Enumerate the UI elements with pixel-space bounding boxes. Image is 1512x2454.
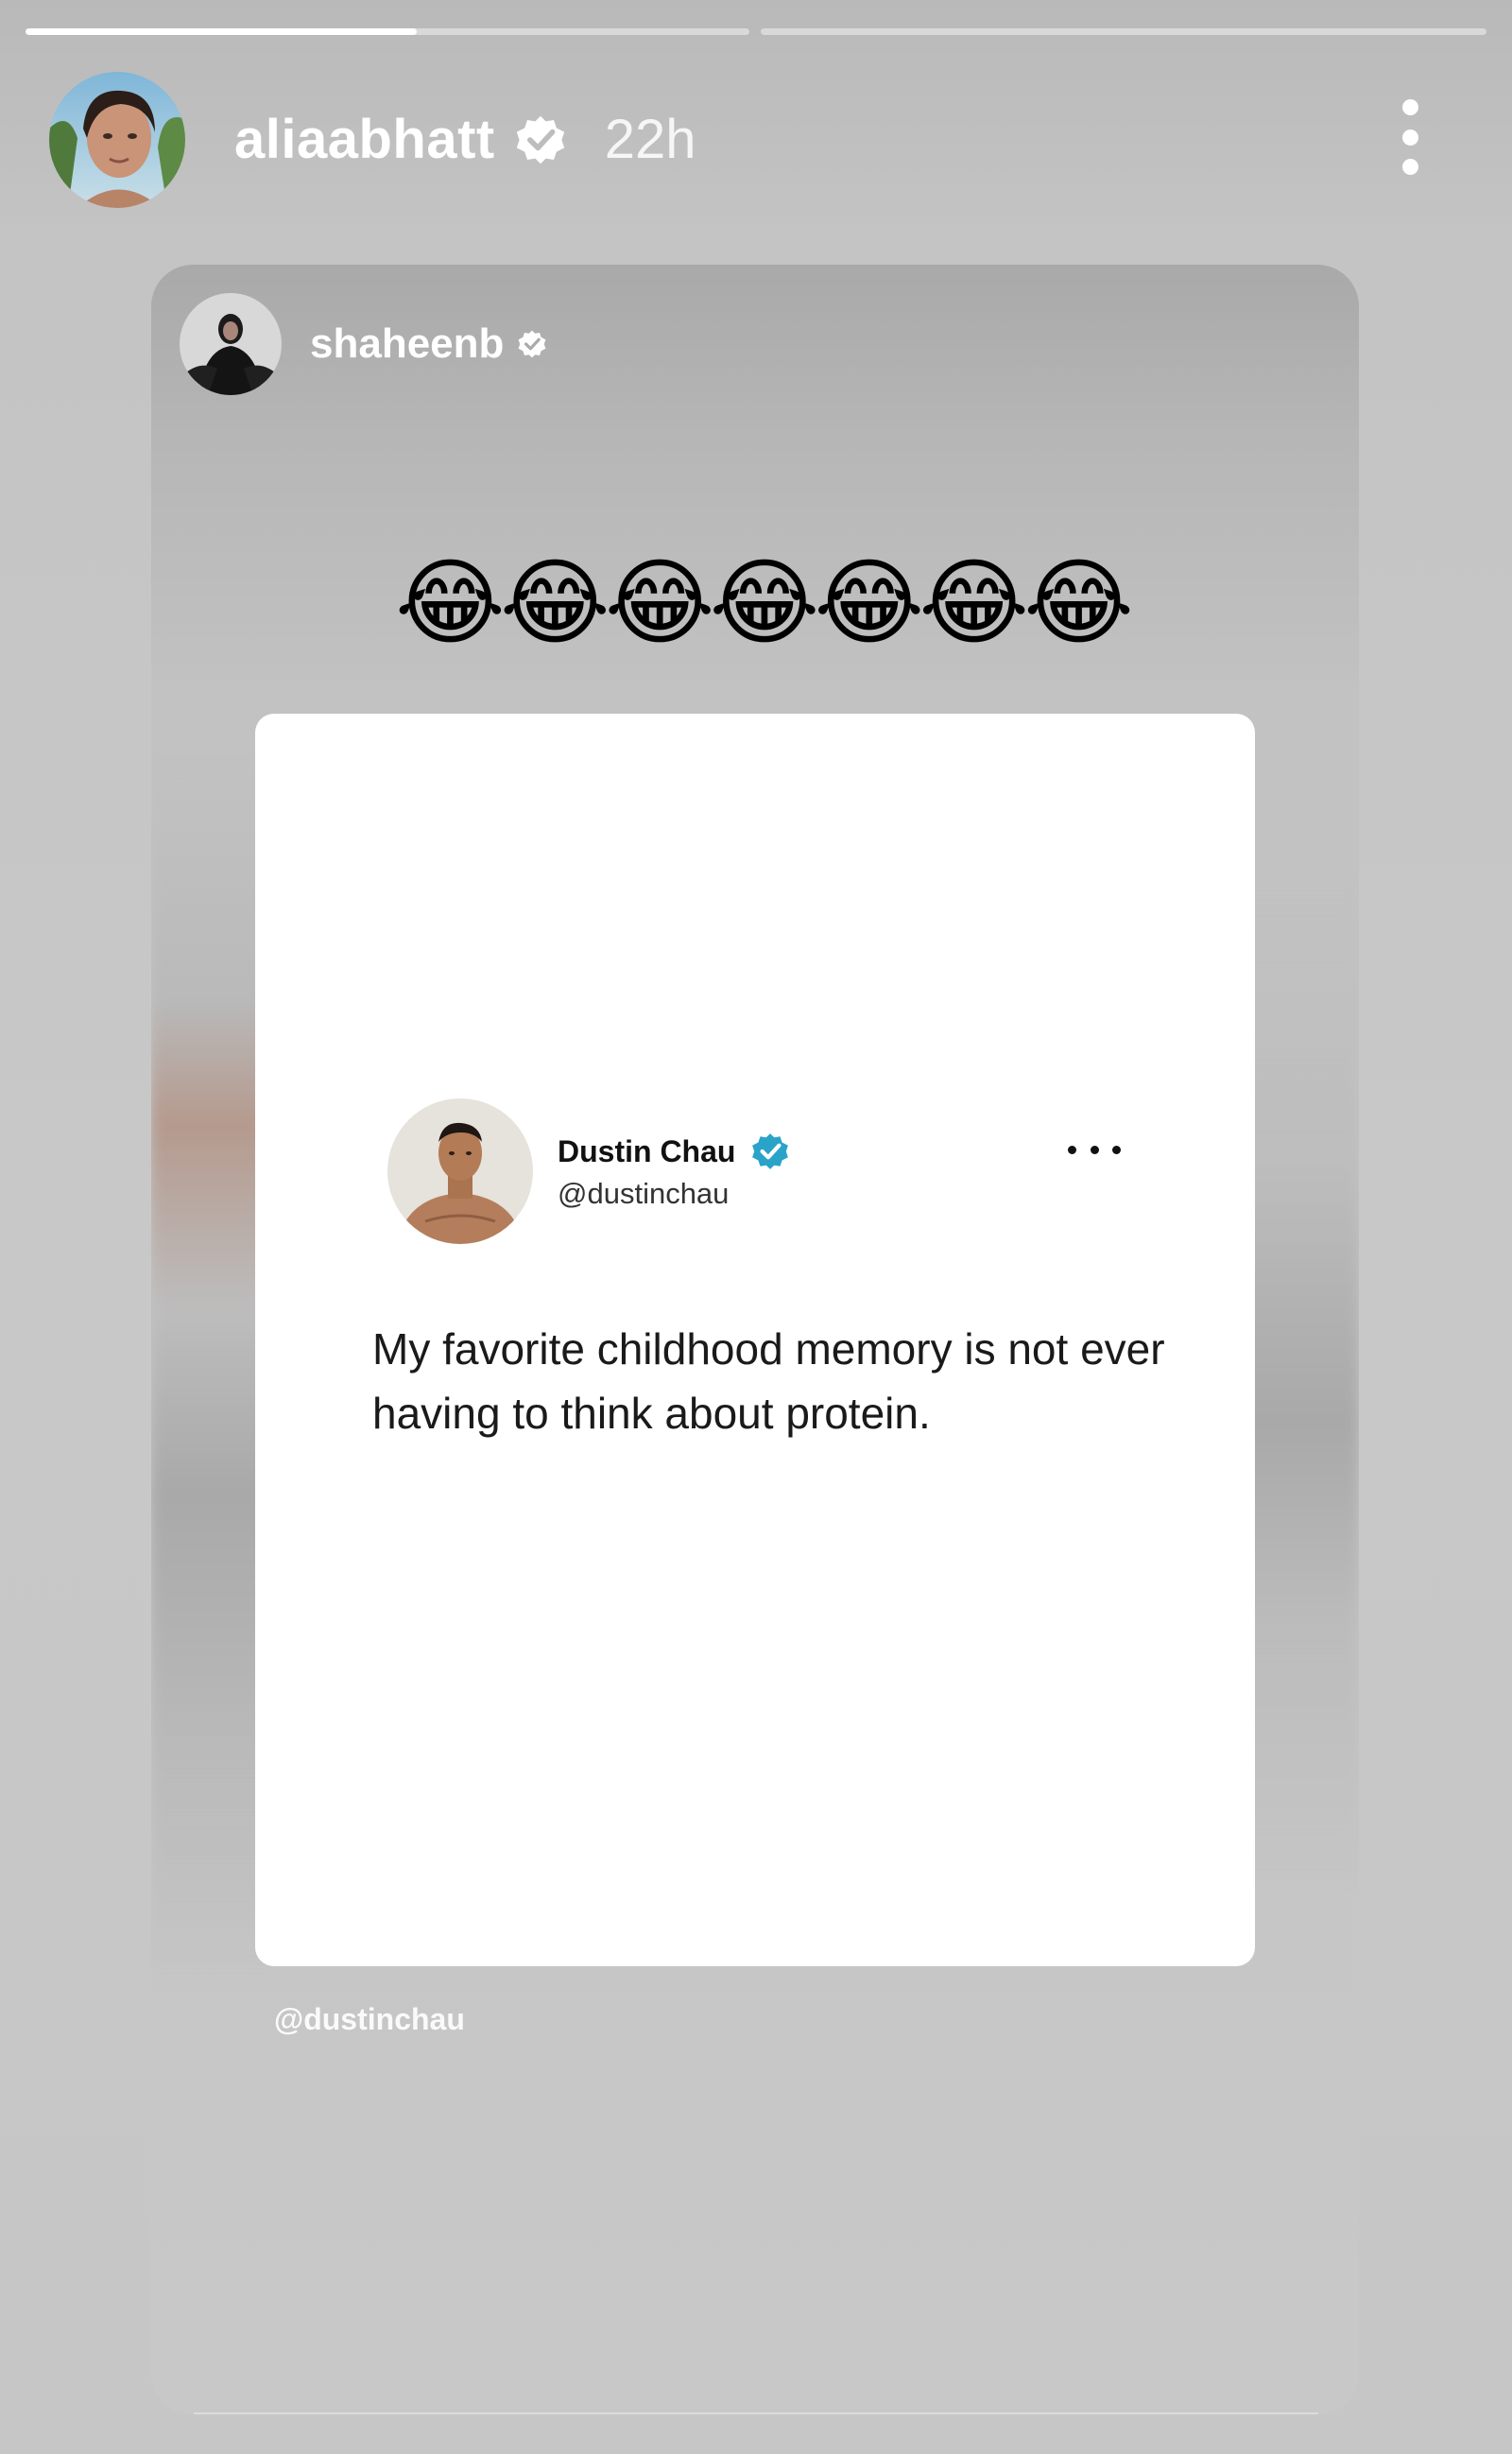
story-header: aliaabhatt 22h <box>49 71 1467 208</box>
laughing-emoji-caption: 😂😂😂😂😂😂😂 <box>395 547 1134 658</box>
menu-dot <box>1401 129 1418 146</box>
username[interactable]: aliaabhatt <box>234 108 495 171</box>
profile-avatar[interactable] <box>49 71 185 208</box>
shared-author-avatar[interactable] <box>180 293 282 395</box>
more-options-icon[interactable] <box>1391 99 1429 175</box>
menu-dot <box>1401 159 1418 175</box>
post-time: 22h <box>604 109 696 170</box>
shared-post-header: shaheenb <box>180 293 547 395</box>
mention-sticker[interactable]: @dustinchau <box>274 2002 465 2037</box>
more-dot <box>1112 1145 1121 1154</box>
progress-segment-2 <box>761 28 1486 35</box>
tweet-more-icon[interactable] <box>1068 1143 1121 1156</box>
more-dot <box>1068 1145 1076 1154</box>
progress-segment-1 <box>26 28 749 35</box>
tweet-text: My favorite childhood memory is not ever… <box>372 1324 1165 1438</box>
tweet-author: Dustin Chau @dustinchau <box>387 1098 1162 1244</box>
story-progress-bar <box>26 28 1486 35</box>
verified-badge-icon <box>516 115 564 164</box>
menu-dot <box>1401 99 1418 115</box>
tweet-card[interactable]: Dustin Chau @dustinchau My favorite chil… <box>255 714 1255 1966</box>
tweet-author-avatar[interactable] <box>387 1098 533 1244</box>
bottom-divider <box>194 2412 1318 2414</box>
verified-blue-badge-icon <box>752 1133 789 1169</box>
shared-post-card[interactable]: shaheenb 😂😂😂😂😂😂😂 Dustin Chau @dustinchau… <box>151 265 1359 2415</box>
progress-fill-1 <box>26 28 417 35</box>
tweet-author-handle[interactable]: @dustinchau <box>558 1177 790 1211</box>
verified-badge-icon <box>518 330 546 358</box>
tweet-name-line: Dustin Chau <box>558 1132 790 1171</box>
story-viewer: aliaabhatt 22h shaheenb 😂😂😂😂😂😂😂 Dustin C… <box>0 0 1512 2454</box>
shared-author-username[interactable]: shaheenb <box>310 320 504 368</box>
tweet-author-name[interactable]: Dustin Chau <box>558 1134 735 1169</box>
more-dot <box>1090 1145 1099 1154</box>
tweet-author-names: Dustin Chau @dustinchau <box>558 1132 790 1211</box>
